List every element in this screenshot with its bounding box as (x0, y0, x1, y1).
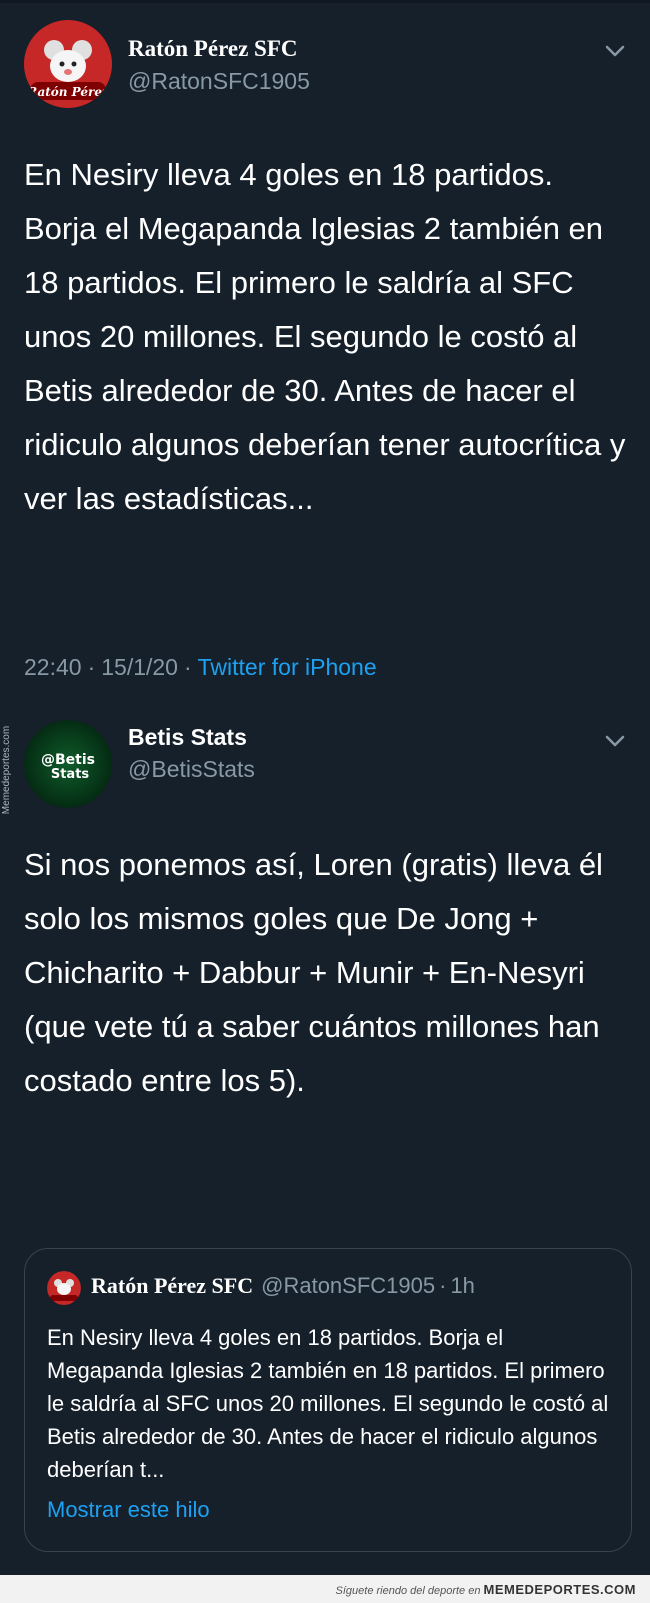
avatar (47, 1271, 81, 1305)
tweet-time[interactable]: 22:40 (24, 654, 82, 680)
svg-text:Ratón Pérez: Ratón Pérez (26, 85, 110, 99)
footer-brand: MEMEDEPORTES.COM (483, 1582, 636, 1597)
tweet-date[interactable]: 15/1/20 (101, 654, 178, 680)
svg-text:@Betis: @Betis (41, 752, 95, 768)
betis-avatar-image: @Betis Stats (24, 720, 112, 808)
meta-separator: · (87, 654, 96, 680)
tweet-main: Ratón Pérez Ratón Pérez SFC @RatonSFC190… (0, 0, 650, 700)
chevron-down-icon[interactable] (604, 734, 626, 748)
meta-separator: · (183, 654, 192, 680)
tweet-source-link[interactable]: Twitter for iPhone (198, 654, 377, 680)
quoted-tweet-header: Ratón Pérez SFC @RatonSFC1905 · 1h (91, 1273, 475, 1299)
author-name[interactable]: Betis Stats (128, 724, 247, 751)
tweet-reply: @Betis Stats Betis Stats @BetisStats Si … (0, 700, 650, 1260)
quoted-tweet-age: 1h (450, 1273, 475, 1298)
tweet-text: Si nos ponemos así, Loren (gratis) lleva… (24, 847, 603, 1098)
svg-text:Stats: Stats (51, 767, 90, 782)
raton-avatar-image: Ratón Pérez (24, 20, 112, 108)
footer-text: Síguete riendo del deporte en (335, 1585, 481, 1597)
quoted-tweet-text: En Nesiry lleva 4 goles en 18 partidos. … (47, 1325, 609, 1482)
avatar[interactable]: Ratón Pérez (24, 20, 112, 108)
quoted-tweet-card[interactable]: Ratón Pérez SFC @RatonSFC1905 · 1h En Nesir… (24, 1248, 632, 1552)
raton-avatar-small (47, 1271, 81, 1305)
tweet-text: En Nesiry lleva 4 goles en 18 partidos. … (24, 157, 626, 516)
show-thread-link[interactable]: Mostrar este hilo (47, 1497, 210, 1523)
meta-separator: · (439, 1273, 447, 1298)
author-handle[interactable]: @RatonSFC1905 (128, 68, 310, 95)
footer-watermark-bar: Síguete riendo del deporte en MEMEDEPORT… (0, 1575, 650, 1603)
tweet-meta: 22:40 · 15/1/20 · Twitter for iPhone (24, 654, 377, 681)
chevron-down-icon[interactable] (604, 44, 626, 58)
quoted-author-handle: @RatonSFC1905 (261, 1273, 436, 1298)
author-handle[interactable]: @BetisStats (128, 756, 255, 783)
footer-watermark: Síguete riendo del deporte en MEMEDEPORT… (336, 1582, 636, 1597)
author-name[interactable]: Ratón Pérez SFC (128, 36, 297, 62)
avatar[interactable]: @Betis Stats (24, 720, 112, 808)
quoted-author-name: Ratón Pérez SFC (91, 1273, 254, 1298)
